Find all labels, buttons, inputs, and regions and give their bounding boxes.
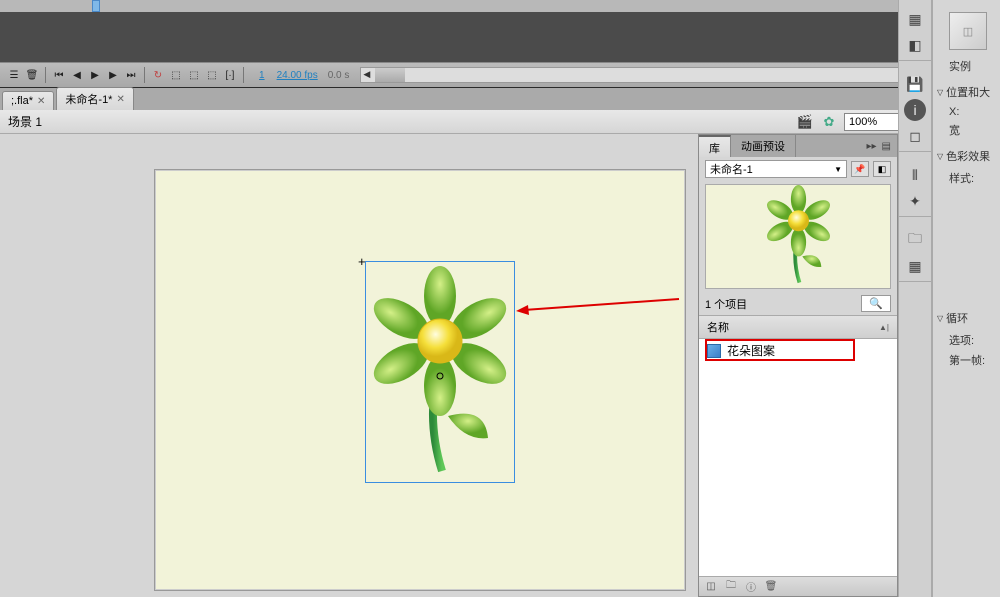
marker-icon[interactable]: [·] bbox=[222, 67, 238, 83]
project-panel-icon[interactable]: 🗀 bbox=[904, 229, 926, 251]
properties-panel: ◫ 实例 ▽位置和大 X: 宽 ▽色彩效果 样式: ▽循环 选项: 第一帧: bbox=[932, 0, 1000, 597]
chevron-down-icon: ▽ bbox=[937, 152, 943, 161]
section-loop[interactable]: ▽循环 bbox=[937, 310, 996, 326]
chart-icon[interactable]: ⫴ bbox=[904, 164, 926, 186]
tab-label: 动画预设 bbox=[741, 141, 785, 153]
library-panel: 库 动画预设 ▸▸ ▤ 未命名-1 ▼ 📌 ◧ bbox=[698, 134, 898, 597]
item-count: 1 个项目 bbox=[705, 296, 747, 312]
goto-last-icon[interactable]: ⏭ bbox=[123, 67, 139, 83]
info-panel-icon[interactable]: i bbox=[904, 99, 926, 121]
delete-icon[interactable]: 🗑 bbox=[763, 580, 779, 594]
scrollbar-thumb[interactable] bbox=[375, 68, 405, 82]
graphic-symbol-icon bbox=[707, 344, 721, 358]
transform-panel-icon[interactable]: ◻ bbox=[904, 125, 926, 147]
frame-number: 1 bbox=[259, 70, 265, 81]
color-panel-icon[interactable]: ✦ bbox=[904, 190, 926, 212]
tab-label: ;.fla* bbox=[11, 95, 33, 107]
panel-menu-icon[interactable]: ▸▸ ▤ bbox=[861, 135, 898, 157]
new-folder-icon[interactable]: 🗀 bbox=[723, 580, 739, 594]
edit-multi-icon[interactable]: ⬚ bbox=[204, 67, 220, 83]
tab-library[interactable]: 库 bbox=[699, 135, 731, 157]
doc-tab-2[interactable]: 未命名-1* ✕ bbox=[56, 87, 133, 110]
save-icon[interactable]: 💾 bbox=[904, 73, 926, 95]
library-footer: ◫ 🗀 ⓘ 🗑 bbox=[699, 576, 897, 596]
close-icon[interactable]: ✕ bbox=[37, 96, 45, 107]
panel-tabs: 库 动画预设 ▸▸ ▤ bbox=[699, 135, 897, 157]
style-label: 样式: bbox=[937, 170, 996, 186]
doc-name: 未命名-1 bbox=[710, 161, 753, 177]
library-column-header[interactable]: 名称 ▲| bbox=[699, 315, 897, 339]
col-name: 名称 bbox=[707, 319, 729, 335]
components-panel-icon[interactable]: ▦ bbox=[904, 255, 926, 277]
step-back-icon[interactable]: ◀ bbox=[69, 67, 85, 83]
x-label: X: bbox=[937, 106, 996, 118]
onion-skin-icon[interactable]: ⬚ bbox=[168, 67, 184, 83]
new-symbol-icon[interactable]: ◫ bbox=[703, 580, 719, 594]
tab-label: 库 bbox=[709, 143, 720, 155]
width-label: 宽 bbox=[937, 122, 996, 138]
timeline-status-bar: ☰ 🗑 ⏮ ◀ ▶ ▶ ⏭ ↻ ⬚ ⬚ ⬚ [·] 1 24.00 fps 0.… bbox=[0, 62, 932, 87]
onion-outline-icon[interactable]: ⬚ bbox=[186, 67, 202, 83]
tab-motion-presets[interactable]: 动画预设 bbox=[731, 135, 796, 157]
options-label: 选项: bbox=[937, 332, 996, 348]
loop-icon[interactable]: ↻ bbox=[150, 67, 166, 83]
properties-icon[interactable]: ⓘ bbox=[743, 580, 759, 594]
item-label: 花朵图案 bbox=[727, 342, 775, 359]
instance-icon: ◫ bbox=[949, 12, 987, 50]
search-icon: 🔍 bbox=[869, 297, 883, 310]
edit-scene-icon[interactable]: 🎬 bbox=[796, 113, 814, 131]
section-color-effect[interactable]: ▽色彩效果 bbox=[937, 148, 996, 164]
timeline-menu-icon[interactable]: ☰ bbox=[6, 67, 22, 83]
sort-icon[interactable]: ▲| bbox=[879, 323, 889, 332]
edit-symbol-icon[interactable]: ✿ bbox=[820, 113, 838, 131]
library-doc-select[interactable]: 未命名-1 ▼ bbox=[705, 160, 847, 178]
library-search[interactable]: 🔍 bbox=[861, 295, 891, 312]
first-frame-label: 第一帧: bbox=[937, 352, 996, 368]
docked-panels-rail: ▦ ◧ 💾 i ◻ ⫴ ✦ 🗀 ▦ bbox=[898, 0, 932, 597]
chevron-down-icon: ▼ bbox=[834, 165, 842, 174]
fps-display[interactable]: 24.00 fps bbox=[277, 70, 318, 81]
step-fwd-icon[interactable]: ▶ bbox=[105, 67, 121, 83]
goto-first-icon[interactable]: ⏮ bbox=[51, 67, 67, 83]
tab-label: 未命名-1* bbox=[65, 91, 112, 107]
swatches-panel-icon[interactable]: ◧ bbox=[904, 34, 926, 56]
trash-icon[interactable]: 🗑 bbox=[24, 67, 40, 83]
instance-label: 实例 bbox=[937, 58, 996, 74]
pin-library-icon[interactable]: 📌 bbox=[851, 161, 869, 177]
canvas-area[interactable]: + bbox=[0, 134, 698, 597]
timeline-playhead[interactable] bbox=[92, 0, 100, 12]
chevron-down-icon: ▽ bbox=[937, 314, 943, 323]
document-tabs: ;.fla* ✕ 未命名-1* ✕ bbox=[0, 88, 932, 110]
library-preview bbox=[705, 184, 891, 289]
annotation-arrow bbox=[514, 296, 684, 316]
library-list: 花朵图案 bbox=[699, 339, 897, 576]
align-panel-icon[interactable]: ▦ bbox=[904, 8, 926, 30]
timeline-area: ☰ 🗑 ⏮ ◀ ▶ ▶ ⏭ ↻ ⬚ ⬚ ⬚ [·] 1 24.00 fps 0.… bbox=[0, 0, 932, 88]
timeline-scrollbar[interactable]: ◀ ▶ bbox=[360, 67, 926, 83]
close-icon[interactable]: ✕ bbox=[116, 94, 124, 105]
chevron-down-icon: ▽ bbox=[937, 88, 943, 97]
play-icon[interactable]: ▶ bbox=[87, 67, 103, 83]
library-item[interactable]: 花朵图案 bbox=[699, 339, 897, 362]
zoom-value: 100% bbox=[849, 116, 877, 128]
new-library-icon[interactable]: ◧ bbox=[873, 161, 891, 177]
time-display: 0.0 s bbox=[328, 70, 350, 81]
section-position-size[interactable]: ▽位置和大 bbox=[937, 84, 996, 100]
flower-instance[interactable] bbox=[370, 266, 510, 479]
timeline-ruler[interactable] bbox=[0, 0, 932, 12]
doc-tab-1[interactable]: ;.fla* ✕ bbox=[2, 91, 54, 110]
scene-label: 场景 1 bbox=[8, 113, 42, 130]
scene-bar: 场景 1 🎬 ✿ 100% ▼ bbox=[0, 110, 932, 134]
selection-bounding-box[interactable] bbox=[365, 261, 515, 483]
